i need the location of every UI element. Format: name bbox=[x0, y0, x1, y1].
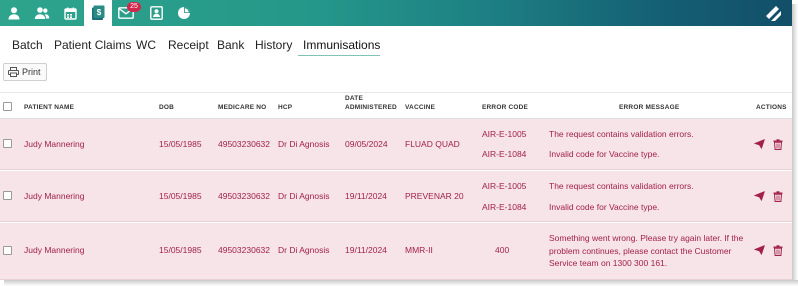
header-dob[interactable]: DOB bbox=[159, 103, 174, 112]
date-administered: 19/11/2024 bbox=[345, 191, 387, 201]
header-date[interactable]: DATE bbox=[345, 94, 363, 103]
table-row[interactable]: Judy Mannering 15/05/1985 49503230632 Dr… bbox=[0, 119, 792, 170]
date-administered: 19/11/2024 bbox=[345, 245, 387, 255]
print-button[interactable]: Print bbox=[3, 63, 47, 81]
patient-name[interactable]: Judy Mannering bbox=[24, 191, 84, 202]
send-icon[interactable] bbox=[753, 138, 765, 150]
error-message: The request contains validation errors. bbox=[549, 181, 694, 191]
messages-icon[interactable]: 25 bbox=[112, 0, 141, 26]
trash-icon[interactable] bbox=[772, 190, 784, 202]
send-icon[interactable] bbox=[753, 190, 765, 202]
window-shadow bbox=[792, 4, 798, 280]
claims-icon[interactable]: $ bbox=[84, 0, 112, 26]
printer-icon bbox=[8, 67, 19, 77]
header-vaccine[interactable]: VACCINE bbox=[405, 103, 435, 112]
tab-immunisations[interactable]: Immunisations bbox=[303, 36, 380, 54]
error-code: 400 bbox=[495, 245, 510, 255]
tab-bank[interactable]: Bank bbox=[217, 36, 244, 54]
hcp: Dr Di Agnosis bbox=[278, 245, 330, 255]
header-error-code[interactable]: ERROR CODE bbox=[482, 103, 528, 112]
row-checkbox[interactable] bbox=[3, 191, 12, 200]
error-code: AIR-E-1084 bbox=[482, 202, 527, 212]
tab-batch[interactable]: Batch bbox=[12, 36, 43, 54]
window-shadow bbox=[4, 280, 798, 286]
date-administered: 09/05/2024 bbox=[345, 139, 388, 149]
patient-name[interactable]: Judy Mannering bbox=[24, 245, 84, 256]
hcp: Dr Di Agnosis bbox=[278, 191, 330, 201]
brand-logo bbox=[762, 2, 784, 24]
dob: 15/05/1985 bbox=[159, 139, 202, 149]
table-header: PATIENT NAME DOB MEDICARE NO HCP DATE AD… bbox=[0, 92, 792, 119]
user-icon[interactable] bbox=[0, 0, 28, 26]
messages-badge: 25 bbox=[127, 2, 141, 12]
error-code: AIR-E-1005 bbox=[482, 129, 527, 139]
header-administered[interactable]: ADMINISTERED bbox=[345, 103, 397, 112]
table-row[interactable]: Judy Mannering 15/05/1985 49503230632 Dr… bbox=[0, 223, 792, 280]
active-tab-indicator bbox=[298, 55, 380, 56]
vaccine: FLUAD QUAD bbox=[405, 139, 460, 149]
send-icon[interactable] bbox=[753, 244, 765, 256]
vaccine: PREVENAR 20 bbox=[405, 191, 464, 201]
error-message: Something went wrong. Please try again l… bbox=[549, 233, 744, 268]
row-checkbox[interactable] bbox=[3, 246, 12, 255]
select-all-checkbox[interactable] bbox=[3, 102, 12, 111]
row-checkbox[interactable] bbox=[3, 139, 12, 148]
medicare-no: 49503230632 bbox=[218, 139, 271, 149]
medicare-no: 49503230632 bbox=[218, 191, 271, 201]
medicare-no: 49503230632 bbox=[218, 245, 271, 255]
error-message: The request contains validation errors. bbox=[549, 129, 694, 139]
header-actions: ACTIONS bbox=[756, 104, 787, 111]
error-code: AIR-E-1084 bbox=[482, 149, 527, 159]
svg-text:$: $ bbox=[97, 8, 102, 17]
error-message: Invalid code for Vaccine type. bbox=[549, 202, 660, 212]
dob: 15/05/1985 bbox=[159, 191, 202, 201]
users-icon[interactable] bbox=[28, 0, 56, 26]
print-label: Print bbox=[22, 67, 41, 77]
trash-icon[interactable] bbox=[772, 244, 784, 256]
trash-icon[interactable] bbox=[772, 138, 784, 150]
app-window: $ 25 Batch Patient Claims WC Receipt Ban… bbox=[0, 0, 792, 280]
tab-history[interactable]: History bbox=[255, 36, 292, 54]
tab-wc[interactable]: WC bbox=[136, 36, 156, 54]
dob: 15/05/1985 bbox=[159, 245, 202, 255]
patient-name[interactable]: Judy Mannering bbox=[24, 139, 84, 150]
hcp: Dr Di Agnosis bbox=[278, 139, 330, 149]
vaccine: MMR-II bbox=[405, 245, 433, 255]
header-medicare-no[interactable]: MEDICARE NO bbox=[218, 103, 266, 112]
pie-chart-icon[interactable] bbox=[170, 0, 198, 26]
error-code: AIR-E-1005 bbox=[482, 181, 527, 191]
header-patient-name[interactable]: PATIENT NAME bbox=[24, 103, 74, 112]
calendar-icon[interactable] bbox=[56, 0, 84, 26]
header-error-message[interactable]: ERROR MESSAGE bbox=[619, 103, 679, 112]
tab-receipt[interactable]: Receipt bbox=[168, 36, 209, 54]
error-message: Invalid code for Vaccine type. bbox=[549, 149, 660, 159]
tab-patient-claims[interactable]: Patient Claims bbox=[54, 36, 131, 54]
header-hcp[interactable]: HCP bbox=[278, 103, 292, 112]
table-row[interactable]: Judy Mannering 15/05/1985 49503230632 Dr… bbox=[0, 171, 792, 222]
top-navigation-bar: $ 25 bbox=[0, 0, 792, 26]
address-book-icon[interactable] bbox=[142, 0, 170, 26]
